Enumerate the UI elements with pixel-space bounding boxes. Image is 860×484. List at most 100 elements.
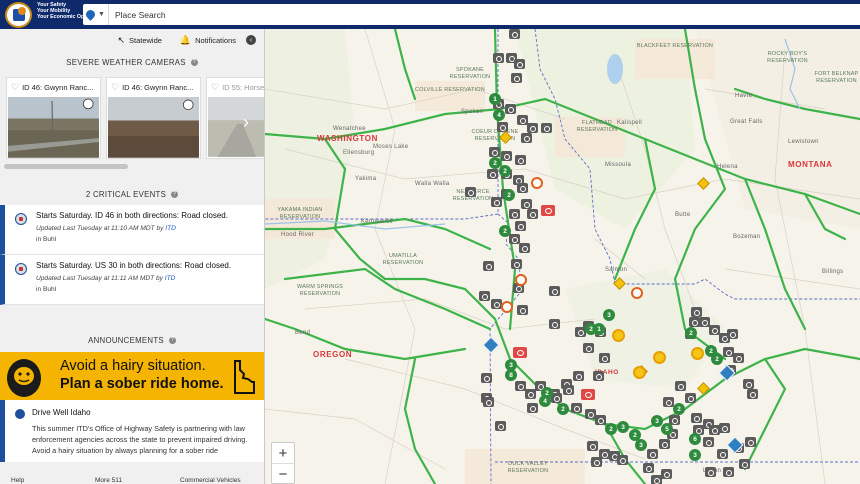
camera-marker[interactable]	[527, 403, 538, 413]
camera-marker[interactable]	[563, 385, 574, 395]
event-item[interactable]: Starts Saturday. ID 46 in both direction…	[0, 205, 264, 255]
camera-marker[interactable]	[527, 209, 538, 219]
warning-marker[interactable]	[612, 329, 625, 342]
help-icon[interactable]: ?	[171, 190, 179, 198]
incident-cluster-marker[interactable]: 2	[557, 403, 569, 415]
camera-marker[interactable]	[593, 371, 604, 381]
camera-marker[interactable]	[495, 421, 506, 431]
place-search-input[interactable]	[115, 9, 715, 20]
favorite-heart-icon[interactable]: ♡	[211, 82, 219, 93]
incident-cluster-marker[interactable]: 3	[617, 421, 629, 433]
camera-marker[interactable]	[717, 449, 728, 459]
incident-cluster-marker[interactable]: 2	[673, 403, 685, 415]
camera-marker[interactable]	[691, 413, 702, 423]
camera-marker[interactable]	[527, 123, 538, 133]
event-item[interactable]: Starts Saturday. US 30 in both direction…	[0, 255, 264, 305]
camera-marker[interactable]	[521, 133, 532, 143]
camera-marker[interactable]	[643, 463, 654, 473]
incident-cluster-marker[interactable]: 3	[603, 309, 615, 321]
event-marker[interactable]	[515, 274, 527, 286]
camera-marker[interactable]	[505, 104, 516, 114]
help-icon[interactable]: ?	[190, 58, 198, 66]
camera-marker[interactable]	[647, 449, 658, 459]
warning-marker[interactable]	[653, 351, 666, 364]
incident-cluster-marker[interactable]: 5	[661, 423, 673, 435]
camera-marker[interactable]	[509, 29, 520, 39]
camera-marker[interactable]	[501, 151, 512, 161]
camera-marker[interactable]	[723, 467, 734, 477]
camera-card[interactable]: ♡ ID 46: Gwynn Ranc...	[6, 77, 101, 159]
event-marker[interactable]	[631, 287, 643, 299]
more-511-link[interactable]: More 511	[95, 477, 122, 484]
camera-marker[interactable]	[705, 467, 716, 477]
itd-logo[interactable]	[5, 2, 32, 28]
camera-marker[interactable]	[483, 261, 494, 271]
incident-cluster-marker[interactable]: 2	[605, 423, 617, 435]
incident-cluster-marker[interactable]: 1	[489, 93, 501, 105]
incident-cluster-marker[interactable]: 2	[711, 353, 723, 365]
help-link[interactable]: Help	[11, 477, 24, 484]
camera-marker[interactable]	[493, 53, 504, 63]
carousel-scrollbar[interactable]	[4, 164, 128, 169]
camera-marker[interactable]	[719, 423, 730, 433]
camera-marker[interactable]	[599, 353, 610, 363]
camera-marker[interactable]	[595, 415, 606, 425]
camera-marker[interactable]	[517, 183, 528, 193]
camera-card[interactable]: ♡ ID 46: Gwynn Ranc...	[106, 77, 201, 159]
sober-ride-banner[interactable]: Avoid a hairy situation. Plan a sober ri…	[0, 352, 264, 400]
camera-marker[interactable]	[517, 305, 528, 315]
camera-marker[interactable]	[663, 397, 674, 407]
location-type-selector[interactable]: ▼	[83, 4, 109, 25]
carousel-next-icon[interactable]: ›	[243, 112, 249, 133]
zoom-in-button[interactable]: +	[272, 443, 294, 464]
camera-marker[interactable]	[745, 437, 756, 447]
camera-marker[interactable]	[661, 469, 672, 479]
camera-marker[interactable]	[519, 243, 530, 253]
closure-camera-marker[interactable]	[513, 347, 527, 358]
camera-marker[interactable]	[583, 343, 594, 353]
camera-marker[interactable]	[521, 199, 532, 209]
zoom-out-button[interactable]: −	[272, 464, 294, 484]
camera-marker[interactable]	[617, 455, 628, 465]
camera-marker[interactable]	[511, 73, 522, 83]
incident-cluster-marker[interactable]: 8	[505, 369, 517, 381]
closure-camera-marker[interactable]	[541, 205, 555, 216]
camera-marker[interactable]	[675, 381, 686, 391]
announcement-item[interactable]: Drive Well Idaho This summer ITD's Offic…	[0, 400, 264, 462]
incident-cluster-marker[interactable]: 2	[503, 189, 515, 201]
camera-marker[interactable]	[491, 197, 502, 207]
camera-marker[interactable]	[587, 441, 598, 451]
camera-marker[interactable]	[525, 389, 536, 399]
camera-marker[interactable]	[727, 329, 738, 339]
camera-marker[interactable]	[465, 187, 476, 197]
camera-marker[interactable]	[549, 319, 560, 329]
camera-marker[interactable]	[515, 155, 526, 165]
camera-marker[interactable]	[509, 209, 520, 219]
camera-marker[interactable]	[739, 459, 750, 469]
camera-card[interactable]: ♡ ID 55: Horse	[206, 77, 264, 159]
favorite-heart-icon[interactable]: ♡	[11, 82, 19, 93]
incident-cluster-marker[interactable]: 3	[635, 439, 647, 451]
camera-marker[interactable]	[685, 393, 696, 403]
collapse-sidebar-button[interactable]: ‹	[246, 35, 256, 45]
camera-marker[interactable]	[747, 389, 758, 399]
incident-cluster-marker[interactable]: 2	[499, 165, 511, 177]
commercial-vehicles-link[interactable]: Commercial Vehicles	[180, 477, 241, 484]
incident-cluster-marker[interactable]: 2	[685, 327, 697, 339]
incident-cluster-marker[interactable]: 3	[689, 449, 701, 461]
camera-marker[interactable]	[573, 371, 584, 381]
closure-camera-marker[interactable]	[581, 389, 595, 400]
notifications-button[interactable]: 🔔 Notifications	[180, 35, 236, 46]
incident-cluster-marker[interactable]: 1	[593, 323, 605, 335]
camera-marker[interactable]	[511, 259, 522, 269]
favorite-heart-icon[interactable]: ♡	[111, 82, 119, 93]
incident-cluster-marker[interactable]: 3	[651, 415, 663, 427]
camera-marker[interactable]	[497, 122, 508, 132]
incident-cluster-marker[interactable]: 2	[499, 225, 511, 237]
incident-cluster-marker[interactable]: 4	[539, 395, 551, 407]
camera-marker[interactable]	[659, 439, 670, 449]
camera-marker[interactable]	[515, 221, 526, 231]
camera-marker[interactable]	[479, 291, 490, 301]
map-canvas[interactable]: WASHINGTON OREGON MONTANA IDAHO Spokan W…	[265, 29, 860, 484]
incident-cluster-marker[interactable]: 6	[689, 433, 701, 445]
